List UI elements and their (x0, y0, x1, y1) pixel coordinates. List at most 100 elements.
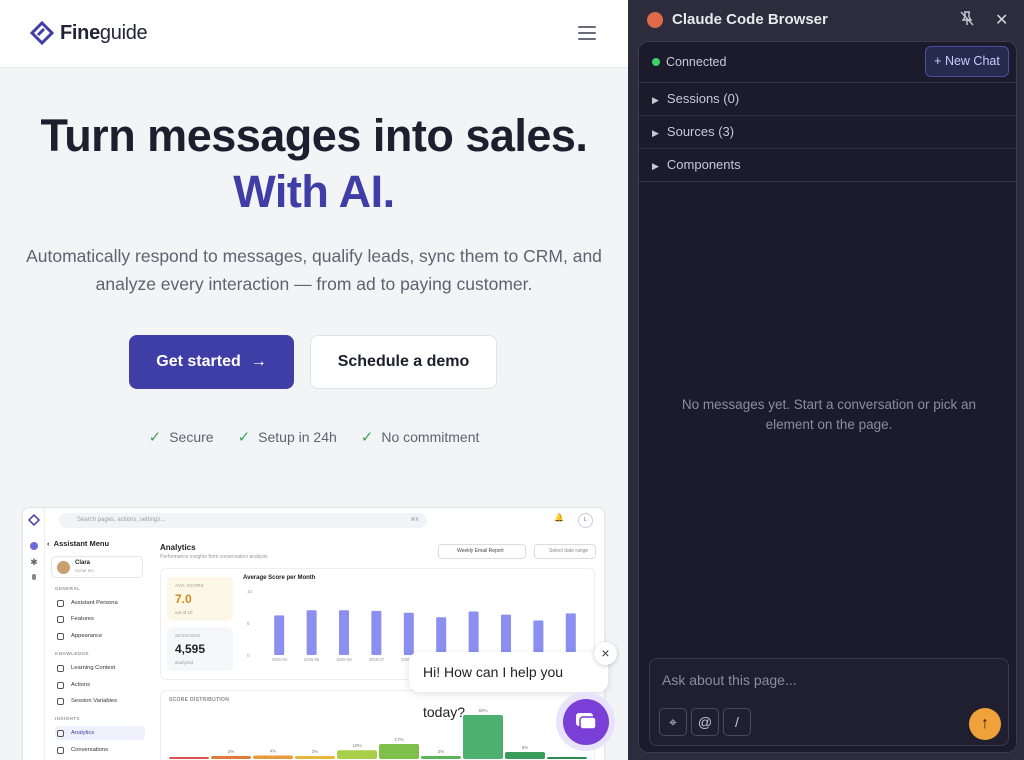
unpin-icon[interactable] (960, 11, 974, 29)
claude-panel: Claude Code Browser ✕ Connected + New Ch… (628, 0, 1024, 760)
sidebar-item-analytics[interactable]: Analytics (55, 726, 145, 740)
date-range-picker[interactable]: Select date range (534, 544, 596, 559)
brand-logo[interactable]: Fineguide (30, 21, 148, 45)
close-icon[interactable]: × (594, 642, 617, 665)
x-tick-label: 2025-04 (272, 657, 288, 662)
connection-status: Connected (666, 55, 727, 69)
feature-label: No commitment (381, 429, 480, 445)
feature-item: ✓ No commitment (361, 428, 480, 446)
chat-bubble-icon (575, 712, 597, 730)
chat-greeting-bubble[interactable]: Hi! How can I help you today? (409, 652, 608, 720)
feature-list: ✓ Secure ✓ Setup in 24h ✓ No commitment (0, 428, 628, 446)
claude-logo-icon (647, 12, 663, 28)
dashboard-search-placeholder: Search pages, actions, settings... (77, 517, 166, 523)
empty-state-text: No messages yet. Start a conversation or… (681, 397, 977, 432)
panel-header: Claude Code Browser ✕ (628, 0, 1024, 40)
y-tick-label: 0 (247, 653, 250, 658)
status-dot (652, 58, 660, 66)
distribution-bar (169, 757, 209, 759)
mention-button[interactable]: @ (691, 708, 719, 736)
dashboard-avatar[interactable]: L (578, 513, 593, 528)
bar (468, 611, 479, 655)
bell-icon[interactable]: 🔔 (554, 513, 564, 522)
analytics-title: Analytics (160, 543, 196, 552)
distribution-label: 2% (228, 749, 235, 754)
brand-mark-icon (30, 21, 54, 45)
dashboard-search[interactable]: Search pages, actions, settings... ⌘K (59, 513, 427, 528)
x-tick-label: 2025-05 (304, 657, 320, 662)
website: Fineguide Turn messages into sales. With… (0, 0, 628, 760)
feature-item: ✓ Setup in 24h (238, 428, 337, 446)
sidebar-item-learning[interactable]: Learning Context (55, 661, 145, 675)
dashboard-rail: ✱ (23, 508, 45, 760)
bar (339, 610, 349, 655)
user-name: Clara (75, 560, 91, 566)
chat-launcher-button[interactable] (556, 692, 615, 751)
distribution-label: 2% (438, 749, 445, 754)
bar (565, 613, 576, 655)
chat-input-placeholder[interactable]: Ask about this page... (662, 672, 797, 688)
distribution-bar (337, 750, 377, 759)
svg-text:✱: ✱ (30, 557, 38, 567)
weekly-report-toggle[interactable]: Weekly Email Report (438, 544, 526, 559)
arrow-right-icon: → (250, 353, 267, 370)
kpi-sessions: SESSIONS 4,595 analyzed (167, 627, 233, 671)
close-panel-icon[interactable]: ✕ (995, 10, 1008, 30)
get-started-button[interactable]: Get started → (129, 335, 294, 389)
pick-element-icon[interactable]: ⌖ (659, 708, 687, 736)
send-button[interactable]: ↑ (969, 708, 1001, 740)
brand-name: Fineguide (60, 21, 148, 44)
bar (306, 610, 317, 655)
sidebar-item-appearance[interactable]: Appearance (55, 629, 145, 643)
slash-command-button[interactable]: / (723, 708, 751, 736)
user-avatar (57, 561, 70, 574)
score-distribution-card: SCORE DISTRIBUTION 2% 4% 3% 10% 17% 2% 50% 8% (160, 690, 595, 760)
distribution-bar (211, 756, 251, 759)
section-knowledge: KNOWLEDGE (55, 651, 89, 656)
hero-subtitle: Automatically respond to messages, quali… (26, 246, 602, 294)
check-icon: ✓ (237, 429, 251, 446)
new-chat-button[interactable]: + New Chat (925, 46, 1009, 77)
bar (274, 615, 285, 655)
feature-item: ✓ Secure (149, 428, 214, 446)
sidebar-item-features[interactable]: Features (55, 612, 145, 626)
menu-icon[interactable] (578, 26, 596, 40)
bar (501, 614, 511, 655)
hero-title-accent: With AI. (233, 166, 395, 217)
distribution-bar (295, 756, 335, 759)
schedule-demo-label: Schedule a demo (337, 353, 470, 370)
sidebar-item-variables[interactable]: Session Variables (55, 694, 145, 708)
feature-label: Setup in 24h (258, 429, 337, 445)
sidebar-title: ‹ Assistant Menu (47, 539, 110, 548)
distribution-label: 17% (394, 737, 403, 742)
panel-title: Claude Code Browser (672, 11, 828, 28)
user-switcher[interactable]: Clara Acme Inc (51, 556, 143, 578)
sessions-row[interactable]: ▶ Sessions (0) (639, 83, 1016, 116)
rail-icons: ✱ (27, 513, 41, 580)
distribution-bar (379, 744, 419, 759)
sources-row[interactable]: ▶ Sources (3) (639, 116, 1016, 149)
schedule-demo-button[interactable]: Schedule a demo (310, 335, 497, 389)
dashboard-preview: ✱ Search pages, actions, settings... ⌘K … (22, 507, 605, 760)
bar (403, 612, 414, 655)
distribution-label: 50% (478, 708, 487, 713)
distribution-bar (253, 755, 293, 759)
bar (371, 610, 382, 655)
triangle-right-icon: ▶ (652, 128, 659, 138)
distribution-bar (547, 757, 587, 759)
components-row[interactable]: ▶ Components (639, 149, 1016, 182)
distribution-bar (421, 756, 461, 759)
app-root: Fineguide Turn messages into sales. With… (0, 0, 1024, 760)
chat-input-box[interactable]: Ask about this page... ⌖ @ / ↑ (649, 658, 1009, 746)
triangle-right-icon: ▶ (652, 161, 659, 171)
check-icon: ✓ (360, 429, 374, 446)
section-insights: INSIGHTS (55, 716, 80, 721)
sidebar-item-conversations[interactable]: Conversations (55, 743, 145, 757)
sidebar-item-actions[interactable]: Actions (55, 678, 145, 692)
distribution-label: 8% (522, 745, 529, 750)
y-tick-label: 5 (247, 621, 250, 626)
chevron-left-icon[interactable]: ‹ (47, 539, 50, 548)
sidebar-item-persona[interactable]: Assistant Persona (55, 596, 145, 610)
bar (436, 617, 447, 655)
x-tick-label: 2025-06 (336, 657, 352, 662)
